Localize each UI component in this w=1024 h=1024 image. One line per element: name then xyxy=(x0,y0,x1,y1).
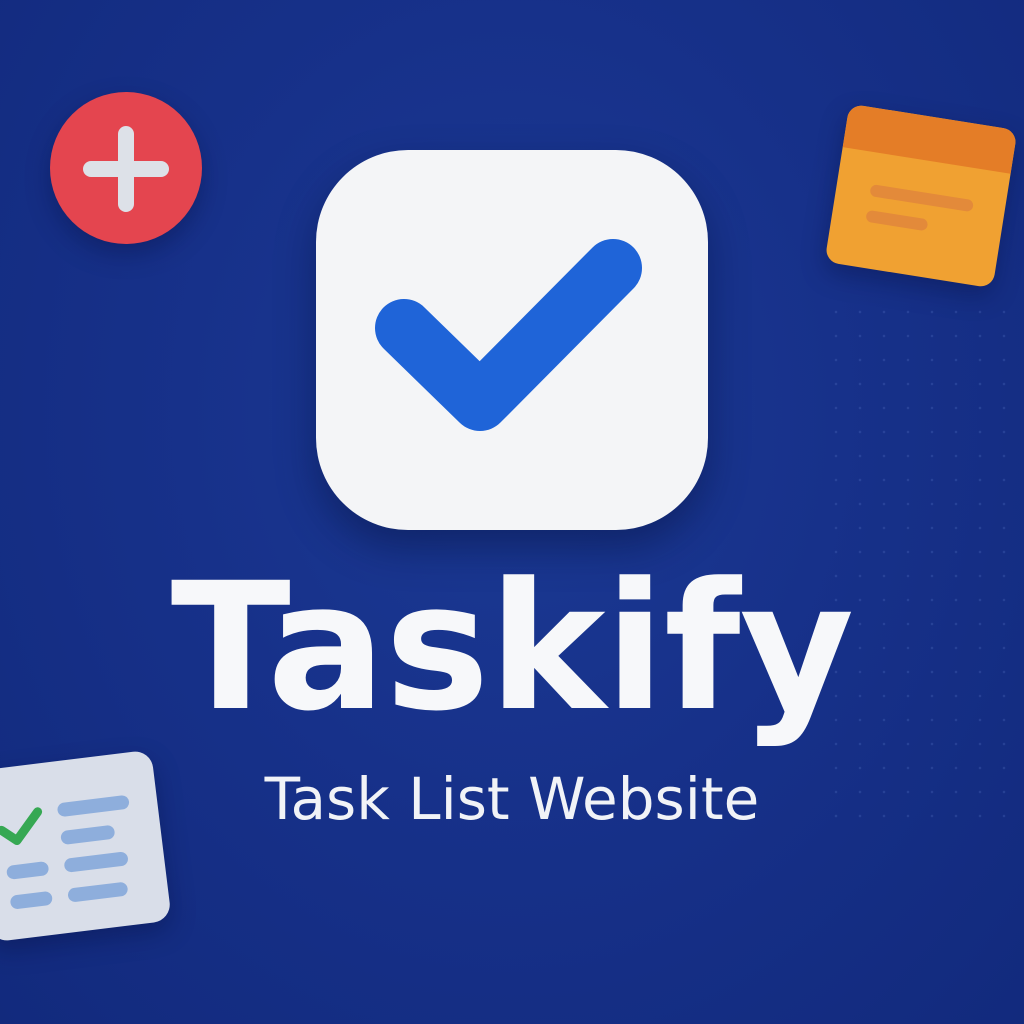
checklist-line xyxy=(63,851,129,873)
app-icon xyxy=(316,150,708,530)
checklist-icon xyxy=(0,749,172,943)
sticky-note-icon xyxy=(824,103,1018,289)
checklist-line xyxy=(56,794,130,818)
checklist-line xyxy=(5,860,50,880)
checklist-line xyxy=(67,881,129,903)
app-title: Taskify xyxy=(170,545,855,750)
green-check-icon xyxy=(0,807,43,846)
note-line xyxy=(869,184,974,213)
checklist-line xyxy=(9,890,54,910)
plus-icon xyxy=(50,92,202,244)
checklist-line xyxy=(60,824,116,846)
note-line xyxy=(865,209,929,232)
checkmark-icon xyxy=(375,239,642,431)
